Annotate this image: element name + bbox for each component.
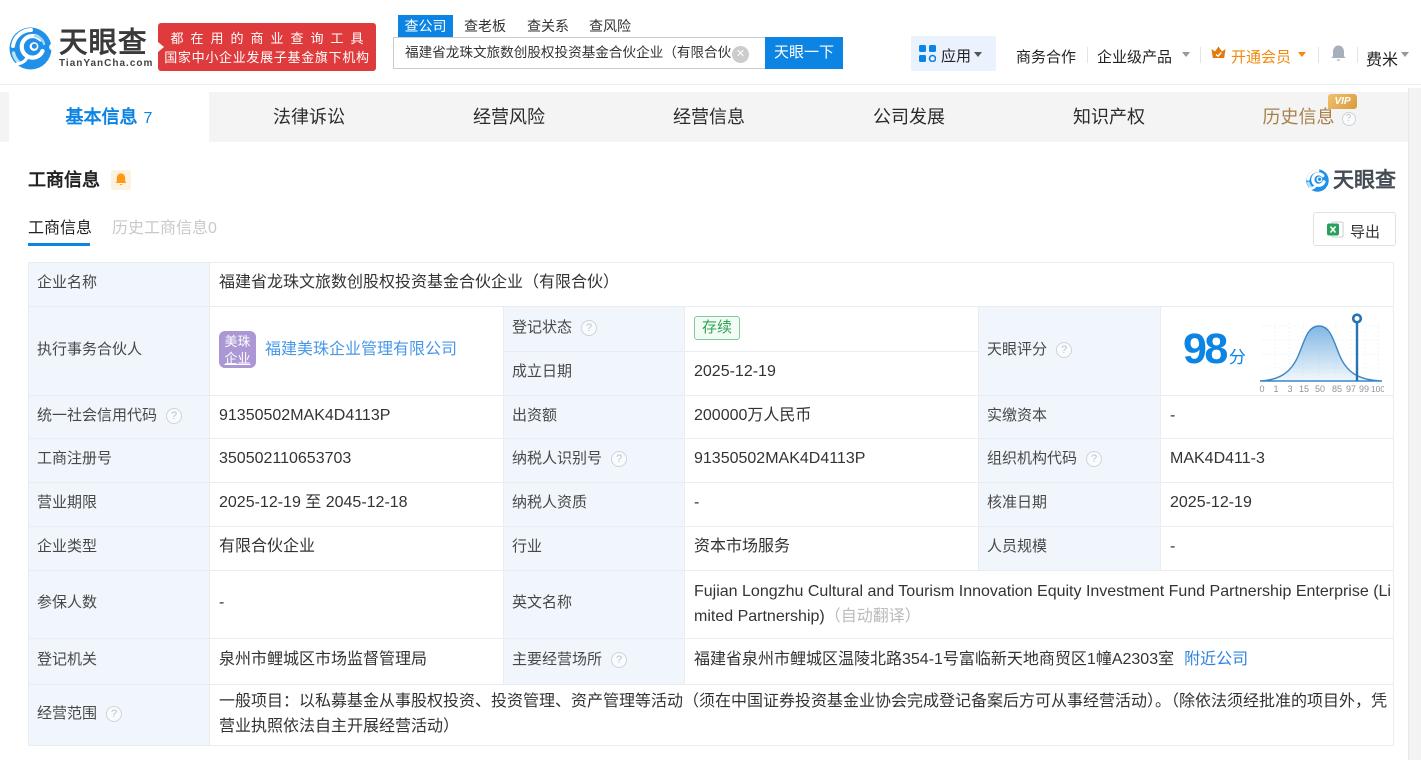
svg-text:100: 100: [1371, 384, 1384, 393]
svg-text:0: 0: [1259, 384, 1264, 393]
svg-text:99: 99: [1359, 384, 1369, 393]
svg-text:50: 50: [1315, 384, 1325, 393]
svg-text:15: 15: [1299, 384, 1309, 393]
svg-text:85: 85: [1332, 384, 1342, 393]
svg-text:1: 1: [1273, 384, 1278, 393]
svg-text:3: 3: [1287, 384, 1292, 393]
svg-text:97: 97: [1346, 384, 1356, 393]
